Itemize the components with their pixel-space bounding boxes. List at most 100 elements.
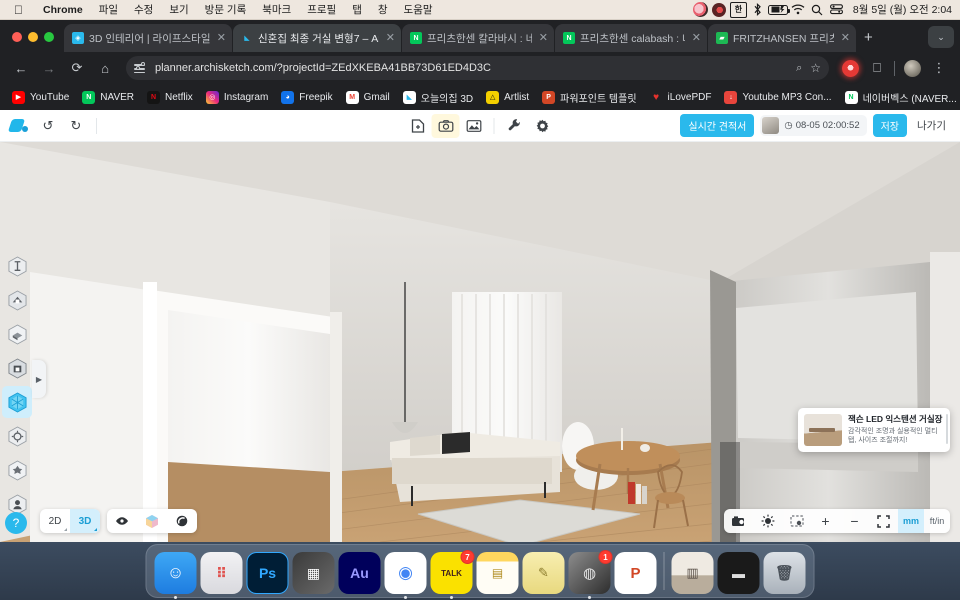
firefox-account-icon[interactable] bbox=[692, 2, 709, 18]
back-button[interactable]: ← bbox=[8, 55, 34, 81]
product-tooltip-card[interactable]: 잭슨 LED 익스텐션 거실장 감각적인 조명과 실용적인 멀티 탭, 사이즈 … bbox=[798, 408, 950, 452]
rail-expand-chevron-right-icon[interactable]: ▶ bbox=[32, 360, 46, 398]
menu-bookmarks[interactable]: 북마크 bbox=[254, 0, 299, 20]
sidebar-item-structure[interactable] bbox=[2, 250, 32, 282]
wrench-icon[interactable] bbox=[501, 114, 529, 138]
apple-menu-icon[interactable]:  bbox=[14, 4, 23, 16]
exit-button[interactable]: 나가기 bbox=[913, 115, 950, 136]
minimize-window-button[interactable] bbox=[28, 32, 38, 42]
walkthrough-camera-icon[interactable] bbox=[167, 509, 197, 533]
reload-button[interactable]: ⟳ bbox=[64, 55, 90, 81]
autosave-status[interactable]: ◷ 08-05 02:00:52 bbox=[760, 115, 867, 136]
browser-tab-1[interactable]: ◈ 3D 인테리어 | 라이프스타일 - ✕ bbox=[64, 24, 232, 52]
bookmark-youtube[interactable]: ▶ YouTube bbox=[6, 89, 75, 106]
wifi-icon[interactable] bbox=[790, 2, 807, 18]
bookmark-ilovepdf[interactable]: ♥ iLovePDF bbox=[644, 89, 718, 106]
view-3d-button[interactable]: 3D bbox=[70, 509, 100, 533]
undo-button[interactable]: ↺ bbox=[34, 114, 62, 138]
sidebar-item-floor[interactable] bbox=[2, 318, 32, 350]
browser-tab-2[interactable]: ◣ 신혼집 최종 거실 변형7 – Arc ✕ bbox=[233, 24, 401, 52]
save-button[interactable]: 저장 bbox=[872, 114, 908, 137]
site-settings-icon[interactable] bbox=[134, 62, 148, 74]
realtime-estimate-button[interactable]: 실시간 견적서 bbox=[680, 114, 755, 137]
unit-ftin-button[interactable]: ft/in bbox=[924, 509, 950, 533]
menu-bar-clock[interactable]: 8월 5일 (월) 오전 2:04 bbox=[847, 2, 952, 17]
menu-profile[interactable]: 프로필 bbox=[299, 0, 344, 20]
dock-item-final-cut-pro[interactable]: ▦ bbox=[292, 552, 335, 594]
sidebar-item-furniture[interactable] bbox=[2, 352, 32, 384]
browser-tab-3-close-icon[interactable]: ✕ bbox=[539, 32, 548, 44]
dock-item-powerpoint[interactable]: P bbox=[614, 552, 657, 594]
visibility-eye-icon[interactable] bbox=[107, 509, 137, 533]
dock-item-render-folder[interactable]: ▥ bbox=[671, 552, 714, 594]
image-icon[interactable] bbox=[460, 114, 488, 138]
menu-history[interactable]: 방문 기록 bbox=[197, 0, 255, 20]
browser-tab-4[interactable]: N 프리츠한센 calabash : 네이버 ✕ bbox=[555, 24, 707, 52]
bookmark-artlist[interactable]: △ Artlist bbox=[480, 89, 535, 106]
address-bar[interactable]: planner.archisketch.com/?projectId=ZEdXK… bbox=[126, 56, 829, 80]
dock-item-kakaotalk[interactable]: TALK 7 bbox=[430, 550, 475, 599]
sidebar-item-material[interactable] bbox=[2, 386, 32, 418]
fullscreen-button[interactable] bbox=[869, 509, 898, 533]
forward-button[interactable]: → bbox=[36, 55, 62, 81]
search-icon[interactable]: ⌕ bbox=[796, 62, 802, 75]
zoom-in-button[interactable]: + bbox=[811, 509, 840, 533]
camera-icon[interactable] bbox=[431, 113, 460, 138]
dock-item-trash[interactable]: 🗑 bbox=[763, 552, 806, 594]
chrome-menu-icon[interactable]: ⋮ bbox=[926, 55, 952, 81]
browser-tab-3[interactable]: N 프리츠한센 칼라바시 : 네이버 ✕ bbox=[402, 24, 554, 52]
product-card-scrollbar[interactable] bbox=[946, 414, 948, 444]
bookmark-freepik[interactable]: ◕ Freepik bbox=[275, 89, 338, 106]
home-button[interactable]: ⌂ bbox=[92, 55, 118, 81]
record-icon[interactable] bbox=[711, 2, 728, 18]
sidebar-item-effects[interactable] bbox=[2, 454, 32, 486]
browser-tab-1-close-icon[interactable]: ✕ bbox=[217, 32, 226, 44]
bookmark-naver-works[interactable]: N 네이버벡스 (NAVER... bbox=[839, 88, 960, 107]
dock-item-downloads-stack[interactable]: ▬ bbox=[717, 552, 760, 594]
maximize-window-button[interactable] bbox=[44, 32, 54, 42]
close-window-button[interactable] bbox=[12, 32, 22, 42]
dock-item-launchpad[interactable]: ⠿ bbox=[200, 552, 243, 594]
extensions-puzzle-icon[interactable]: ⎕ bbox=[864, 55, 890, 81]
menu-view[interactable]: 보기 bbox=[161, 0, 196, 20]
unit-mm-button[interactable]: mm bbox=[898, 509, 924, 533]
bookmark-gmail[interactable]: M Gmail bbox=[340, 89, 396, 106]
brightness-sun-icon[interactable] bbox=[753, 509, 782, 533]
sidebar-item-wall[interactable] bbox=[2, 284, 32, 316]
dock-item-stickies[interactable]: ✎ bbox=[522, 552, 565, 594]
add-page-icon[interactable] bbox=[404, 114, 432, 138]
archisketch-logo[interactable] bbox=[7, 119, 28, 132]
selection-marquee-icon[interactable] bbox=[782, 509, 811, 533]
bookmark-ohouse-3d[interactable]: ◣ 오늘의집 3D bbox=[397, 88, 479, 107]
menu-file[interactable]: 파일 bbox=[91, 0, 126, 20]
korean-input-icon[interactable]: 한 bbox=[729, 1, 747, 18]
dock-item-utility-app[interactable]: ◍ 1 bbox=[568, 550, 613, 599]
render-icon[interactable] bbox=[724, 509, 753, 533]
redo-button[interactable]: ↻ bbox=[62, 114, 90, 138]
dock-item-finder[interactable]: ☺ bbox=[154, 552, 197, 599]
bookmark-instagram[interactable]: ◎ Instagram bbox=[200, 89, 274, 106]
browser-tab-5[interactable]: ▰ FRITZHANSEN 프리츠한센 ✕ bbox=[708, 24, 856, 52]
tab-search-chevron-down-icon[interactable]: ⌄ bbox=[928, 26, 954, 48]
browser-tab-4-close-icon[interactable]: ✕ bbox=[692, 32, 701, 44]
record-extension-icon[interactable] bbox=[837, 55, 863, 81]
bookmark-star-icon[interactable]: ☆ bbox=[810, 61, 821, 75]
gear-icon[interactable] bbox=[529, 114, 557, 138]
bookmark-netflix[interactable]: N Netflix bbox=[141, 89, 199, 106]
sidebar-item-lighting[interactable] bbox=[2, 420, 32, 452]
menu-edit[interactable]: 수정 bbox=[126, 0, 161, 20]
menu-help[interactable]: 도움말 bbox=[396, 0, 441, 20]
menu-tab[interactable]: 탭 bbox=[344, 0, 370, 20]
bluetooth-icon[interactable] bbox=[749, 2, 766, 18]
dock-item-audition[interactable]: Au bbox=[338, 552, 381, 594]
control-center-icon[interactable] bbox=[828, 2, 845, 18]
help-button[interactable]: ? bbox=[5, 512, 27, 534]
3d-viewport[interactable]: dietshin bbox=[0, 142, 960, 542]
bookmark-youtube-mp3[interactable]: ↓ Youtube MP3 Con... bbox=[718, 89, 837, 106]
new-tab-button[interactable]: + bbox=[856, 29, 881, 52]
dock-item-photoshop[interactable]: Ps bbox=[246, 552, 289, 594]
browser-tab-2-close-icon[interactable]: ✕ bbox=[386, 32, 395, 44]
menu-chrome[interactable]: Chrome bbox=[35, 0, 91, 20]
menu-window[interactable]: 창 bbox=[370, 0, 396, 20]
spotlight-search-icon[interactable] bbox=[809, 2, 826, 18]
